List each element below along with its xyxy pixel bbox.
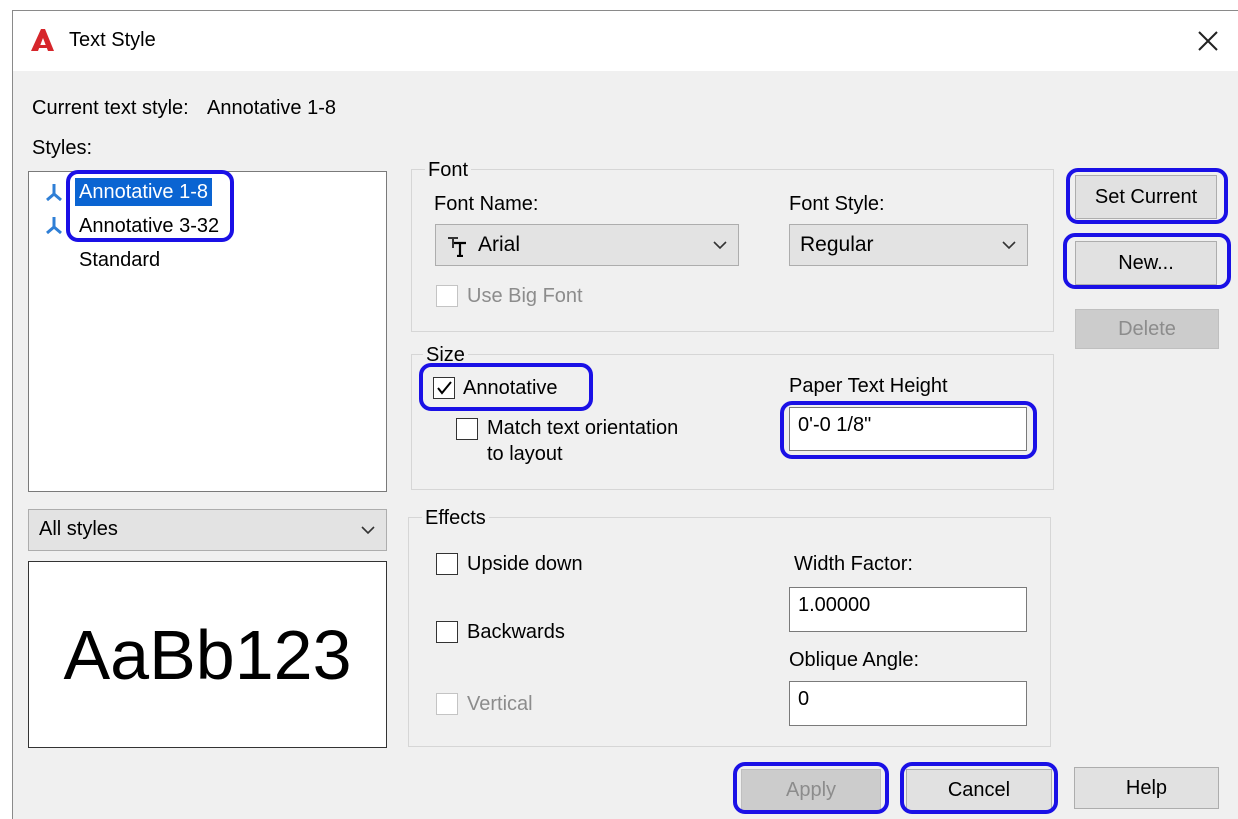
chevron-down-icon	[361, 526, 375, 535]
title-bar: Text Style	[13, 11, 1238, 71]
styles-filter-dropdown[interactable]: All styles	[28, 509, 387, 551]
width-factor-field[interactable]: 1.00000	[789, 587, 1027, 632]
apply-button[interactable]: Apply	[741, 769, 881, 811]
styles-filter-value: All styles	[39, 518, 118, 540]
help-button[interactable]: Help	[1074, 767, 1219, 809]
annotative-label: Annotative	[463, 377, 558, 399]
styles-label: Styles:	[32, 137, 93, 159]
size-group-title: Size	[423, 344, 468, 367]
oblique-angle-field[interactable]: 0	[789, 681, 1027, 726]
match-orientation-label-line1: Match text orientation	[487, 417, 679, 439]
text-style-dialog: Text Style Current text style: Annotativ…	[12, 10, 1238, 819]
preview-text: AaBb123	[63, 615, 352, 694]
match-orientation-checkbox[interactable]	[456, 418, 478, 440]
font-name-dropdown[interactable]: Arial	[435, 224, 739, 266]
style-item-annotative-3-32[interactable]: Annotative 3-32	[75, 212, 223, 240]
window-title: Text Style	[69, 29, 156, 51]
style-item-annotative-1-8[interactable]: Annotative 1-8	[75, 178, 212, 206]
chevron-down-icon	[1002, 241, 1016, 250]
upside-down-checkbox[interactable]	[436, 553, 458, 575]
checkmark-icon	[437, 381, 452, 395]
width-factor-label: Width Factor:	[794, 553, 913, 575]
font-style-dropdown[interactable]: Regular	[789, 224, 1028, 266]
annotative-checkbox[interactable]	[433, 377, 455, 399]
backwards-checkbox[interactable]	[436, 621, 458, 643]
close-icon	[1198, 31, 1218, 51]
current-style-value: Annotative 1-8	[207, 97, 336, 119]
set-current-button[interactable]: Set Current	[1075, 175, 1217, 219]
font-style-label: Font Style:	[789, 193, 885, 215]
new-button[interactable]: New...	[1075, 241, 1217, 285]
font-name-label: Font Name:	[434, 193, 539, 215]
cancel-button[interactable]: Cancel	[906, 769, 1052, 811]
truetype-font-icon	[448, 237, 466, 257]
paper-text-height-label: Paper Text Height	[789, 375, 948, 397]
font-style-value: Regular	[800, 233, 874, 256]
chevron-down-icon	[713, 241, 727, 250]
style-preview: AaBb123	[28, 561, 387, 748]
font-group-title: Font	[425, 159, 472, 182]
current-style-label: Current text style:	[32, 97, 189, 119]
oblique-angle-label: Oblique Angle:	[789, 649, 920, 671]
style-item-standard[interactable]: Standard	[75, 246, 164, 274]
font-name-value: Arial	[478, 233, 521, 256]
upside-down-label: Upside down	[467, 553, 583, 575]
close-button[interactable]	[1186, 19, 1230, 63]
vertical-label: Vertical	[467, 693, 533, 715]
autocad-a-icon	[31, 29, 54, 51]
match-orientation-label-line2: to layout	[487, 443, 563, 465]
paper-text-height-field[interactable]: 0'-0 1/8"	[789, 407, 1027, 451]
styles-list[interactable]: Annotative 1-8 Annotative 3-32 Standard	[28, 171, 387, 492]
delete-button[interactable]: Delete	[1075, 309, 1219, 349]
use-big-font-checkbox[interactable]	[436, 285, 458, 307]
annotative-icon	[46, 184, 62, 202]
use-big-font-label: Use Big Font	[467, 285, 583, 307]
annotative-icon	[46, 217, 62, 235]
vertical-checkbox[interactable]	[436, 693, 458, 715]
backwards-label: Backwards	[467, 621, 565, 643]
effects-group-title: Effects	[422, 507, 489, 530]
